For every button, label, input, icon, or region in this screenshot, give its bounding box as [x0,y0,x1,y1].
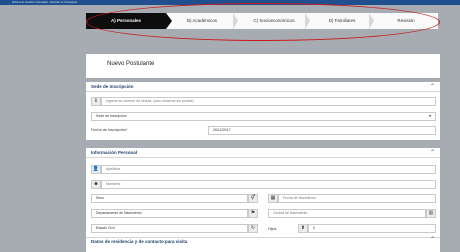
apellidos-input[interactable]: Apellidos [101,165,436,174]
gender-icon: ⚥ [248,194,258,203]
sede-select[interactable]: Sede de Inscripción [91,112,436,121]
top-bar: Sistema de Gestión Universidad - Admisió… [0,0,460,5]
step-personales[interactable]: A) Personales [86,13,172,29]
personal-info-section: Información Personal ⌃ 👤 Apellidos ☻ Nom… [86,148,440,252]
step-familiares[interactable]: D) Familiares [310,13,374,29]
cedula-search-input[interactable]: Ingrese su número de cédula, (sólo númer… [101,97,436,106]
flag-icon: ⚑ [248,209,258,218]
page-title: Nuevo Postulante [107,61,155,67]
top-bar-text: Sistema de Gestión Universidad - Admisió… [12,1,78,4]
chevron-down-icon: ▾ [429,113,432,118]
user-icon: 👤 [91,165,101,174]
chevron-up-icon[interactable]: ⌃ [430,148,435,158]
personal-section-header[interactable]: Información Personal ⌃ [86,148,440,158]
hijos-stepper[interactable]: 0 [308,224,436,233]
section-title: Sede de Inscripción [91,84,134,89]
estado-civil-select[interactable]: Estado Civil [91,224,248,233]
sede-section-header[interactable]: Sede de Inscripción ⌃ [86,82,440,92]
step-socioeconomicos[interactable]: C) Socioeconómicos [238,13,310,29]
fecha-nacimiento-input[interactable]: Fecha de Nacimiento [278,194,436,203]
departamento-select[interactable]: Departamento de Nacimiento [91,209,248,218]
divider [86,237,440,238]
sede-section: Sede de Inscripción ⌃ ℹ Ingrese su númer… [86,82,440,140]
info-icon: ℹ [91,97,101,106]
fecha-inscripcion-field[interactable]: 26/12/2017 [208,126,436,135]
sexo-select[interactable]: Sexo [91,194,248,203]
building-icon: ▥ [426,209,436,218]
step-revision[interactable]: Revisión [374,13,438,29]
refresh-icon: ↻ [248,224,258,233]
nombres-input[interactable]: Nombres [101,180,436,189]
section-title: Información Personal [91,150,138,155]
chevron-up-icon[interactable]: ⌃ [430,235,435,245]
chevron-up-icon[interactable]: ⌃ [430,82,435,92]
stepper-icon[interactable]: ⬍ [298,224,308,233]
section-title: Datos de residencia y de contacto para v… [91,239,188,244]
wizard-steps: A) Personales B) Académicos C) Socioecon… [86,13,438,29]
user-group-icon: ☻ [91,180,101,189]
calendar-icon: ▦ [268,194,278,203]
fecha-inscripcion-label: Fecha de Inscripción* [91,128,128,132]
step-academicos[interactable]: B) Académicos [166,13,238,29]
hijos-label: Hijos [268,227,277,231]
ciudad-nacimiento-input[interactable]: Ciudad de Nacimiento [268,209,426,218]
